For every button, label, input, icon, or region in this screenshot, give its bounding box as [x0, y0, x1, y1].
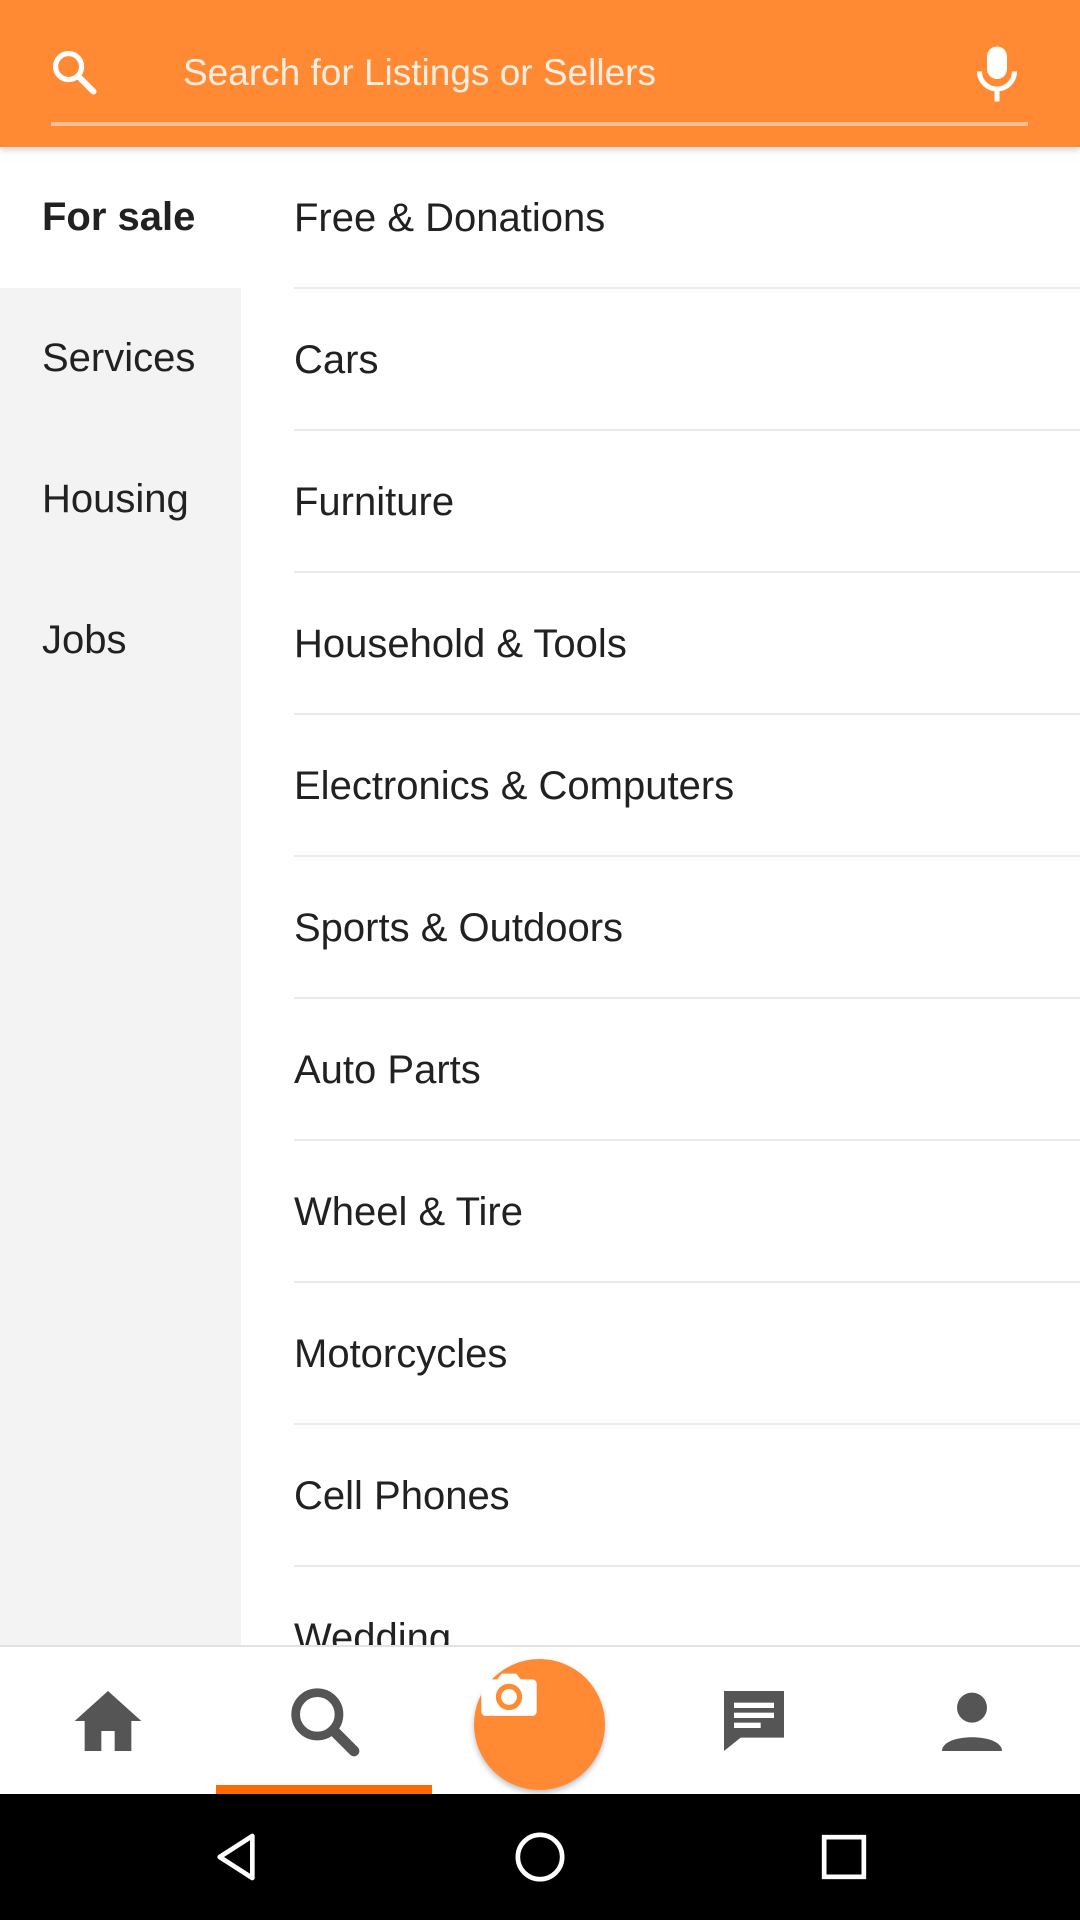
- category-housing[interactable]: Housing: [0, 429, 241, 570]
- nav-search[interactable]: [216, 1647, 432, 1794]
- subcategory-list: Free & Donations Cars Furniture Househol…: [241, 147, 1080, 1645]
- microphone-icon[interactable]: [972, 44, 1022, 104]
- subcategory-label: Furniture: [294, 480, 455, 524]
- camera-icon: [481, 1673, 537, 1716]
- search-underline: [51, 122, 1028, 126]
- recents-icon[interactable]: [816, 1829, 872, 1885]
- subcategory-item[interactable]: Furniture: [294, 431, 1080, 573]
- subcategory-item[interactable]: Cell Phones: [294, 1425, 1080, 1567]
- subcategory-label: Wedding: [294, 1616, 452, 1645]
- back-icon[interactable]: [208, 1829, 264, 1885]
- nav-messages[interactable]: [648, 1647, 864, 1794]
- subcategory-item[interactable]: Electronics & Computers: [294, 715, 1080, 857]
- subcategory-label: Free & Donations: [294, 196, 606, 240]
- search-input[interactable]: [183, 40, 947, 108]
- subcategory-label: Household & Tools: [294, 622, 627, 666]
- home-icon: [74, 1691, 142, 1751]
- subcategory-item[interactable]: Cars: [294, 289, 1080, 431]
- subcategory-label: Auto Parts: [294, 1048, 481, 1092]
- nav-selected-indicator: [216, 1785, 432, 1794]
- subcategory-item[interactable]: Auto Parts: [294, 999, 1080, 1141]
- category-for-sale[interactable]: For sale: [0, 147, 241, 288]
- subcategory-item[interactable]: Sports & Outdoors: [294, 857, 1080, 999]
- category-services[interactable]: Services: [0, 288, 241, 429]
- home-circle-icon[interactable]: [512, 1829, 568, 1885]
- bottom-nav: [0, 1645, 1080, 1794]
- profile-icon: [942, 1692, 1002, 1751]
- search-icon[interactable]: [48, 46, 100, 98]
- subcategory-label: Wheel & Tire: [294, 1190, 523, 1234]
- nav-home[interactable]: [0, 1647, 216, 1794]
- subcategory-label: Electronics & Computers: [294, 764, 735, 808]
- subcategory-item[interactable]: Free & Donations: [294, 147, 1080, 289]
- camera-button[interactable]: [474, 1659, 605, 1790]
- system-nav-bar: [0, 1794, 1080, 1920]
- search-icon: [291, 1688, 360, 1757]
- subcategory-label: Motorcycles: [294, 1332, 508, 1376]
- subcategory-label: Cars: [294, 338, 379, 382]
- subcategory-label: Sports & Outdoors: [294, 906, 624, 950]
- category-sidebar: For sale Services Housing Jobs: [0, 147, 241, 1645]
- subcategory-item[interactable]: Wheel & Tire: [294, 1141, 1080, 1283]
- nav-profile[interactable]: [864, 1647, 1080, 1794]
- chat-icon: [724, 1691, 784, 1751]
- subcategory-item[interactable]: Motorcycles: [294, 1283, 1080, 1425]
- category-jobs[interactable]: Jobs: [0, 570, 241, 711]
- subcategory-label: Cell Phones: [294, 1474, 510, 1518]
- subcategory-item[interactable]: Wedding: [294, 1567, 1080, 1645]
- subcategory-item[interactable]: Household & Tools: [294, 573, 1080, 715]
- search-bar: Search for Listings or Sellers: [0, 0, 1080, 147]
